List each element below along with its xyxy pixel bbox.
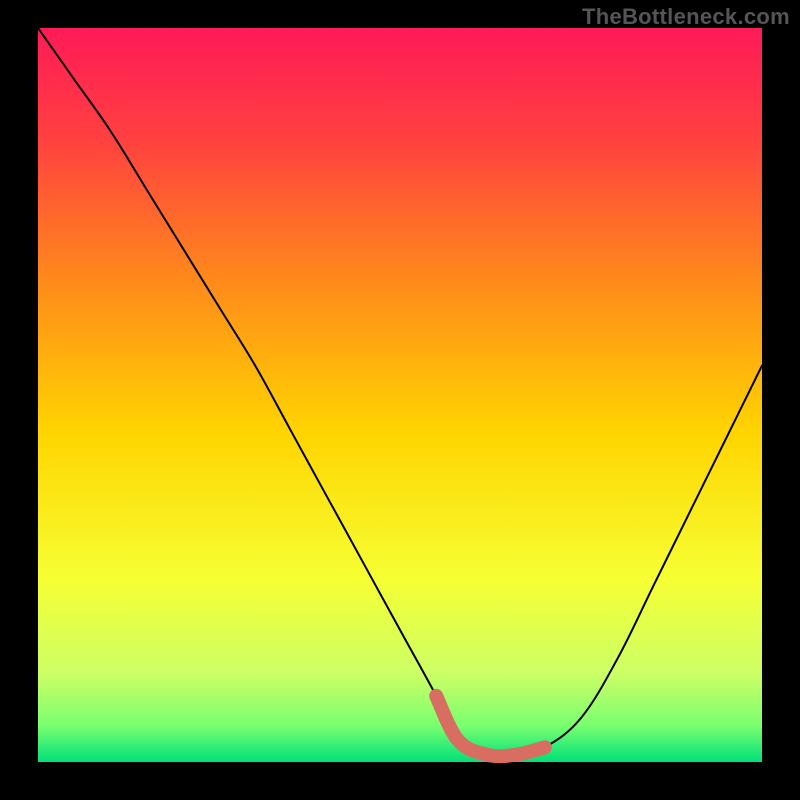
- chart-plot-area: [38, 28, 762, 762]
- attribution-label: TheBottleneck.com: [582, 4, 790, 30]
- bottleneck-chart: [0, 0, 800, 800]
